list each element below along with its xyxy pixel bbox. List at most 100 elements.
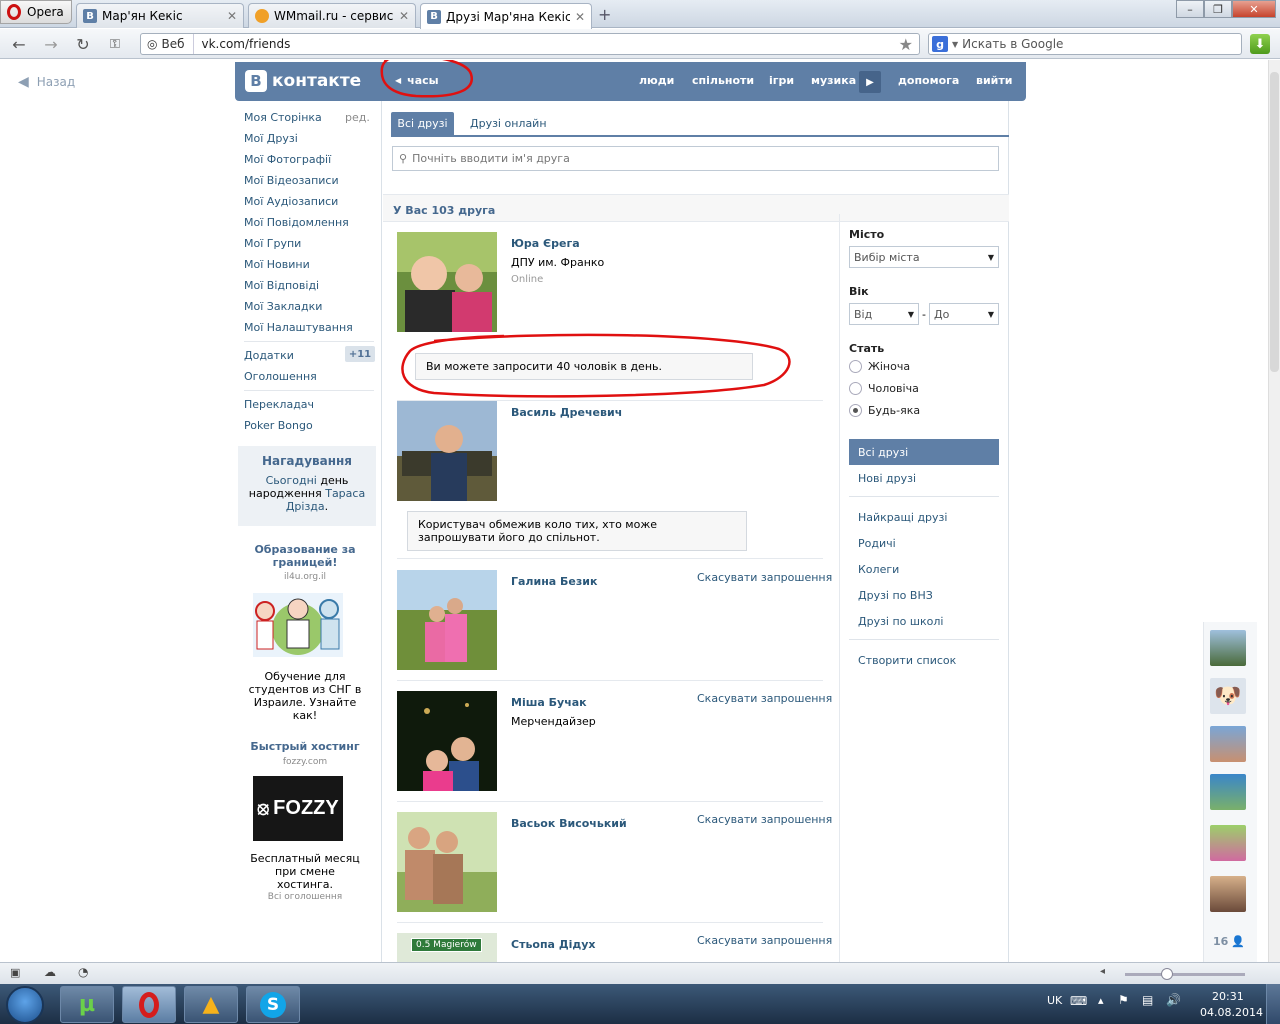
menu-my-photos[interactable]: Мої Фотографії xyxy=(244,153,331,166)
opera-taskbar-button[interactable] xyxy=(122,986,176,1023)
address-security-badge[interactable]: ◎ Веб xyxy=(141,34,194,54)
zoom-slider-handle[interactable] xyxy=(1161,968,1173,980)
menu-my-bookmarks[interactable]: Мої Закладки xyxy=(244,300,322,313)
menu-my-messages[interactable]: Мої Повідомлення xyxy=(244,216,349,229)
menu-ads[interactable]: Оголошення xyxy=(244,370,317,383)
menu-my-audio[interactable]: Мої Аудіозаписи xyxy=(244,195,338,208)
nav-help[interactable]: допомога xyxy=(898,74,959,87)
tab-wmmail[interactable]: WMmail.ru - сервис п... ✕ xyxy=(248,3,416,28)
close-window-icon[interactable]: ✕ xyxy=(1232,0,1276,18)
city-select[interactable]: Вибір міста ▼ xyxy=(849,246,999,268)
zoom-slider[interactable] xyxy=(1125,973,1245,976)
friend-name[interactable]: Галина Безик xyxy=(511,575,597,588)
cancel-invite-link[interactable]: Скасувати запрошення xyxy=(697,934,832,947)
clock-date[interactable]: 04.08.2014 xyxy=(1200,1006,1263,1019)
windows-start-icon[interactable] xyxy=(6,986,44,1024)
opera-menu-button[interactable]: Opera xyxy=(0,0,72,24)
menu-my-page[interactable]: Моя Сторінка xyxy=(244,111,322,124)
cloud-icon[interactable]: ☁ xyxy=(44,965,56,979)
menu-my-friends[interactable]: Мої Друзі xyxy=(244,132,298,145)
menu-poker-bongo[interactable]: Poker Bongo xyxy=(244,419,313,432)
cancel-invite-link[interactable]: Скасувати запрошення xyxy=(697,692,832,705)
ad-title[interactable]: Быстрый хостинг xyxy=(240,740,370,753)
play-icon[interactable]: ▶ xyxy=(859,71,881,93)
online-friend-avatar[interactable] xyxy=(1210,630,1246,666)
close-tab-icon[interactable]: ✕ xyxy=(575,10,585,24)
friend-photo[interactable] xyxy=(397,232,497,332)
cancel-invite-link[interactable]: Скасувати запрошення xyxy=(697,813,832,826)
online-friend-avatar[interactable] xyxy=(1210,726,1246,762)
list-new-friends[interactable]: Нові друзі xyxy=(858,472,916,485)
tab-friends-online[interactable]: Друзі онлайн xyxy=(470,117,547,130)
keyboard-language[interactable]: UK xyxy=(1047,994,1062,1007)
online-friend-avatar[interactable] xyxy=(1210,876,1246,912)
menu-edit-link[interactable]: ред. xyxy=(345,111,370,124)
nav-people[interactable]: люди xyxy=(639,74,674,87)
clock-time[interactable]: 20:31 xyxy=(1212,990,1244,1003)
friend-name[interactable]: Васьок Височький xyxy=(511,817,627,830)
apps-count-badge[interactable]: +11 xyxy=(345,346,375,362)
network-icon[interactable]: ▤ xyxy=(1142,993,1153,1007)
keyboard-icon[interactable]: ⌨ xyxy=(1070,994,1087,1008)
back-link[interactable]: ◀ Назад xyxy=(18,74,75,90)
menu-translator[interactable]: Перекладач xyxy=(244,398,314,411)
friend-name[interactable]: Стьопа Дідух xyxy=(511,938,596,951)
address-bar[interactable]: ◎ Веб vk.com/friends ★ xyxy=(140,33,920,55)
nav-logout[interactable]: вийти xyxy=(976,74,1012,87)
bookmark-star-icon[interactable]: ★ xyxy=(899,35,919,54)
zoom-out-icon[interactable]: ◂ xyxy=(1100,966,1105,977)
url-text[interactable]: vk.com/friends xyxy=(194,37,899,51)
minimize-icon[interactable]: – xyxy=(1176,0,1204,18)
key-icon[interactable]: ⚿ xyxy=(106,35,124,53)
online-friend-avatar[interactable] xyxy=(1210,825,1246,861)
search-field[interactable]: g ▼ Искать в Google xyxy=(928,33,1242,55)
close-tab-icon[interactable]: ✕ xyxy=(399,9,409,23)
forward-arrow-icon[interactable]: → xyxy=(42,35,60,54)
speed-dial-icon[interactable]: ◔ xyxy=(78,965,88,979)
reload-icon[interactable]: ↻ xyxy=(74,35,92,54)
ad-title[interactable]: Образование за границей! xyxy=(240,543,370,569)
create-list-link[interactable]: Створити список xyxy=(858,654,956,667)
tray-arrow-icon[interactable]: ▴ xyxy=(1098,994,1104,1007)
age-from-select[interactable]: Від ▼ xyxy=(849,303,919,325)
menu-my-settings[interactable]: Мої Налаштування xyxy=(244,321,353,334)
menu-my-answers[interactable]: Мої Відповіді xyxy=(244,279,319,292)
list-school-friends[interactable]: Друзі по школі xyxy=(858,615,943,628)
nav-games[interactable]: ігри xyxy=(769,74,794,87)
tab-all-friends[interactable]: Всі друзі xyxy=(391,112,454,135)
cancel-invite-link[interactable]: Скасувати запрошення xyxy=(697,571,832,584)
friend-photo[interactable] xyxy=(397,691,497,791)
friend-photo[interactable]: 0.5 Magierów xyxy=(397,933,497,962)
sex-any-radio[interactable]: Будь-яка xyxy=(849,404,920,417)
volume-icon[interactable]: 🔊 xyxy=(1166,993,1181,1007)
back-arrow-icon[interactable]: ← xyxy=(10,35,28,54)
menu-my-news[interactable]: Мої Новини xyxy=(244,258,310,271)
new-tab-icon[interactable]: + xyxy=(598,5,611,24)
ad-fozzy-logo[interactable]: ⦻ FOZZY xyxy=(253,776,343,841)
panel-toggle-icon[interactable]: ▣ xyxy=(10,966,20,979)
utorrent-taskbar-button[interactable]: µ xyxy=(60,986,114,1023)
ad-text[interactable]: Обучение для студентов из СНГ в Израиле.… xyxy=(247,670,363,722)
list-university-friends[interactable]: Друзі по ВНЗ xyxy=(858,589,933,602)
flag-icon[interactable]: ⚑ xyxy=(1118,993,1129,1007)
ad-image-cartoon-icon[interactable] xyxy=(253,593,343,657)
reminder-today-link[interactable]: Сьогодні xyxy=(266,474,317,487)
age-to-select[interactable]: До ▼ xyxy=(929,303,999,325)
friend-photo[interactable] xyxy=(397,570,497,670)
nav-communities[interactable]: спільноти xyxy=(692,74,754,87)
download-icon[interactable]: ⬇ xyxy=(1250,34,1270,54)
show-desktop-button[interactable] xyxy=(1266,984,1280,1024)
menu-my-videos[interactable]: Мої Відеозаписи xyxy=(244,174,339,187)
list-all-friends[interactable]: Всі друзі xyxy=(849,439,999,465)
friend-search-input[interactable]: ⚲ Почніть вводити ім'я друга xyxy=(392,146,999,171)
friend-name[interactable]: Василь Дречевич xyxy=(511,406,622,419)
sex-female-radio[interactable]: Жіноча xyxy=(849,360,910,373)
list-best-friends[interactable]: Найкращі друзі xyxy=(858,511,947,524)
close-tab-icon[interactable]: ✕ xyxy=(227,9,237,23)
maximize-icon[interactable]: ❐ xyxy=(1204,0,1232,18)
tab-friends[interactable]: B Друзі Мар'яна Кекіса |... ✕ xyxy=(420,3,592,29)
scrollbar-thumb[interactable] xyxy=(1270,72,1279,372)
menu-my-groups[interactable]: Мої Групи xyxy=(244,237,301,250)
all-ads-link[interactable]: Всі оголошення xyxy=(240,892,370,902)
online-count[interactable]: 16 👤 xyxy=(1213,935,1245,948)
